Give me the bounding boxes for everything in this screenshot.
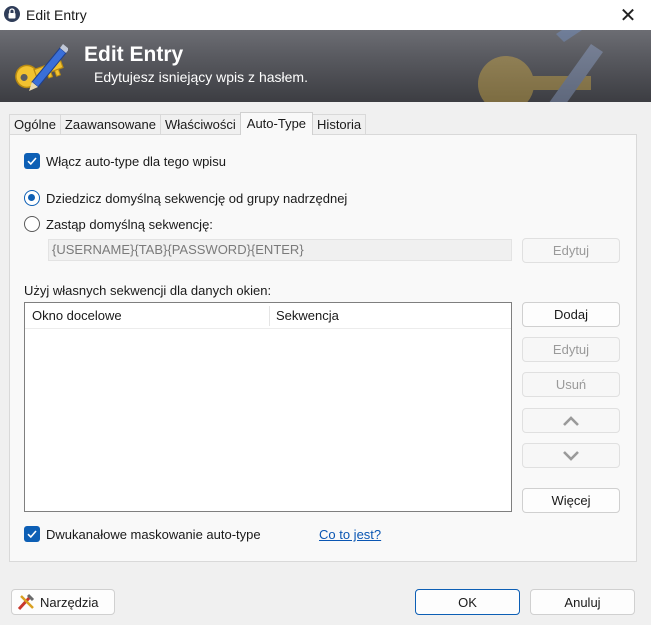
ok-button[interactable]: OK bbox=[415, 589, 520, 615]
default-sequence-field[interactable]: {USERNAME}{TAB}{PASSWORD}{ENTER} bbox=[48, 239, 512, 261]
obfuscation-label: Dwukanałowe maskowanie auto-type bbox=[46, 527, 261, 542]
banner-subtitle: Edytujesz isniejący wpis z hasłem. bbox=[94, 69, 308, 85]
list-header: Okno docelowe Sekwencja bbox=[25, 303, 511, 329]
inherit-sequence-radio[interactable] bbox=[24, 190, 40, 206]
tab-auto-type[interactable]: Auto-Type bbox=[239, 112, 314, 135]
lock-icon bbox=[4, 6, 20, 22]
add-button[interactable]: Dodaj bbox=[522, 302, 620, 327]
tools-icon bbox=[17, 593, 35, 611]
override-sequence-radio[interactable] bbox=[24, 216, 40, 232]
tab-advanced[interactable]: Zaawansowane bbox=[59, 114, 161, 135]
banner-watermark-icon bbox=[478, 30, 603, 102]
tab-strip: Ogólne Zaawansowane Właściwości Auto-Typ… bbox=[9, 112, 367, 135]
chevron-down-icon bbox=[563, 450, 579, 461]
window-sequences-list[interactable]: Okno docelowe Sekwencja bbox=[24, 302, 512, 512]
remove-button[interactable]: Usuń bbox=[522, 372, 620, 397]
tools-button[interactable]: Narzędzia bbox=[11, 589, 115, 615]
edit-button[interactable]: Edytuj bbox=[522, 337, 620, 362]
custom-sequences-label: Użyj własnych sekwencji dla danych okien… bbox=[24, 283, 272, 298]
enable-auto-type-label: Włącz auto-type dla tego wpisu bbox=[46, 154, 226, 169]
tab-general[interactable]: Ogólne bbox=[9, 114, 61, 135]
inherit-sequence-label: Dziedzicz domyślną sekwencję od grupy na… bbox=[46, 191, 348, 206]
tab-history[interactable]: Historia bbox=[312, 114, 367, 135]
checkmark-icon bbox=[27, 530, 37, 539]
column-header-target-window[interactable]: Okno docelowe bbox=[25, 303, 122, 329]
close-icon: ✕ bbox=[619, 4, 637, 27]
chevron-up-icon bbox=[563, 415, 579, 426]
close-button[interactable]: ✕ bbox=[605, 0, 651, 30]
obfuscation-checkbox[interactable] bbox=[24, 526, 40, 542]
key-pen-icon bbox=[15, 44, 68, 91]
move-up-button[interactable] bbox=[522, 408, 620, 433]
edit-sequence-button[interactable]: Edytuj bbox=[522, 238, 620, 263]
title-bar: Edit Entry ✕ bbox=[0, 0, 651, 30]
override-sequence-label: Zastąp domyślną sekwencję: bbox=[46, 217, 213, 232]
enable-auto-type-checkbox[interactable] bbox=[24, 153, 40, 169]
tab-properties[interactable]: Właściwości bbox=[159, 114, 241, 135]
more-button[interactable]: Więcej bbox=[522, 488, 620, 513]
cancel-button[interactable]: Anuluj bbox=[530, 589, 635, 615]
checkmark-icon bbox=[27, 157, 37, 166]
tools-button-label: Narzędzia bbox=[40, 594, 99, 610]
window-title: Edit Entry bbox=[26, 7, 87, 23]
header-banner: Edit Entry Edytujesz isniejący wpis z ha… bbox=[0, 30, 651, 102]
what-is-this-link[interactable]: Co to jest? bbox=[319, 527, 381, 542]
column-header-sequence[interactable]: Sekwencja bbox=[269, 303, 339, 329]
banner-title: Edit Entry bbox=[84, 43, 184, 66]
move-down-button[interactable] bbox=[522, 443, 620, 468]
